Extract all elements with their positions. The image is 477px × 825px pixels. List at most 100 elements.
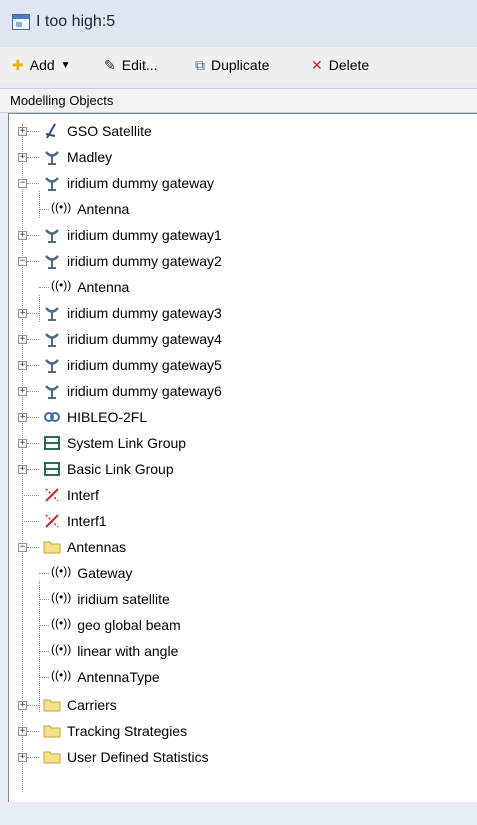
tree-connector [39, 599, 49, 600]
interference-icon [43, 486, 61, 504]
earth-station-icon [43, 382, 61, 400]
earth-station-icon [43, 356, 61, 374]
tree-item-antenna[interactable]: ((•)) Antenna [51, 196, 129, 222]
tree-item-label: Interf1 [67, 513, 107, 529]
interference-icon [43, 512, 61, 530]
tree-item-hibleo-2fl[interactable]: HIBLEO-2FL [43, 404, 147, 430]
tree-item-antenna[interactable]: ((•)) Antenna [51, 274, 129, 300]
tree-connector [39, 677, 49, 678]
tree-item-iridium-dummy-gateway1[interactable]: iridium dummy gateway1 [43, 222, 222, 248]
antenna-icon: ((•)) [51, 200, 72, 214]
bottom-strip [0, 802, 477, 825]
tree-connector [22, 495, 39, 496]
tree-item-user-defined-statistics-folder[interactable]: User Defined Statistics [43, 744, 209, 770]
tree-connector [27, 157, 39, 158]
tree-item-label: iridium dummy gateway4 [67, 331, 222, 347]
duplicate-button[interactable]: ⧉ Duplicate [195, 55, 269, 75]
tree-item-antennas-folder[interactable]: Antennas [43, 534, 126, 560]
edit-button-label: Edit... [121, 57, 158, 73]
tree-item-label: iridium dummy gateway [67, 175, 215, 191]
tree-item-label: Antenna [77, 201, 130, 217]
tree-item-iridium-dummy-gateway2[interactable]: iridium dummy gateway2 [43, 248, 222, 274]
expand-icon[interactable]: + [18, 753, 27, 762]
tree-item-label: iridium dummy gateway2 [67, 253, 222, 269]
expand-icon[interactable]: + [18, 231, 27, 240]
tree-connector [27, 313, 39, 314]
tree-connector [39, 651, 49, 652]
tree-connector [27, 261, 39, 262]
tree-item-system-link-group[interactable]: System Link Group [43, 430, 186, 456]
collapse-icon[interactable]: − [18, 257, 27, 266]
folder-icon [43, 696, 61, 714]
tree-item-label: Antenna [77, 279, 130, 295]
tree-connector [27, 469, 39, 470]
tree-item-antenna-linear-with-angle[interactable]: ((•)) linear with angle [51, 638, 178, 664]
tree-item-label: Basic Link Group [67, 461, 174, 477]
tree-item-antenna-gateway[interactable]: ((•)) Gateway [51, 560, 132, 586]
tree-item-label: Tracking Strategies [67, 723, 188, 739]
tree-item-iridium-dummy-gateway3[interactable]: iridium dummy gateway3 [43, 300, 222, 326]
tree-guide-line [22, 124, 23, 792]
add-button-label: Add [29, 57, 55, 73]
expand-icon[interactable]: + [18, 309, 27, 318]
tree-item-basic-link-group[interactable]: Basic Link Group [43, 456, 174, 482]
tree-item-label: Gateway [77, 565, 133, 581]
tree-item-iridium-dummy-gateway6[interactable]: iridium dummy gateway6 [43, 378, 222, 404]
tree-connector [27, 183, 39, 184]
link-group-icon [43, 460, 61, 478]
collapse-icon[interactable]: − [18, 543, 27, 552]
tree-item-tracking-strategies-folder[interactable]: Tracking Strategies [43, 718, 187, 744]
toolbar: ✚ Add ▼ ✎ Edit... ⧉ Duplicate ✕ Delete [0, 47, 477, 81]
expand-icon[interactable]: + [18, 153, 27, 162]
modelling-objects-tree[interactable]: + GSO Satellite + Madley − iridium dummy… [8, 113, 477, 802]
tree-item-interf[interactable]: Interf [43, 482, 99, 508]
tree-item-iridium-dummy-gateway[interactable]: iridium dummy gateway [43, 170, 214, 196]
link-group-icon [43, 434, 61, 452]
tree-item-iridium-dummy-gateway4[interactable]: iridium dummy gateway4 [43, 326, 222, 352]
window-icon [12, 14, 30, 30]
earth-station-icon [43, 226, 61, 244]
expand-icon[interactable]: + [18, 701, 27, 710]
folder-icon [43, 538, 61, 556]
tree-guide-line [39, 191, 40, 218]
delete-button[interactable]: ✕ Delete [311, 55, 369, 75]
tree-item-label: GSO Satellite [67, 123, 152, 139]
tree-item-label: geo global beam [77, 617, 181, 633]
tree-item-iridium-dummy-gateway5[interactable]: iridium dummy gateway5 [43, 352, 222, 378]
tree-item-gso-satellite[interactable]: GSO Satellite [43, 118, 152, 144]
tree-item-carriers-folder[interactable]: Carriers [43, 692, 117, 718]
antenna-icon: ((•)) [51, 668, 72, 682]
edit-button[interactable]: ✎ Edit... [104, 55, 158, 75]
delete-icon: ✕ [311, 57, 323, 73]
expand-icon[interactable]: + [18, 361, 27, 370]
expand-icon[interactable]: + [18, 439, 27, 448]
tree-item-label: iridium satellite [77, 591, 170, 607]
folder-icon [43, 722, 61, 740]
tree-connector [27, 235, 39, 236]
expand-icon[interactable]: + [18, 335, 27, 344]
expand-icon[interactable]: + [18, 727, 27, 736]
satellite-icon [43, 122, 61, 140]
earth-station-icon [43, 330, 61, 348]
tree-guide-line [39, 295, 40, 322]
tree-connector [39, 209, 49, 210]
tree-connector [27, 391, 39, 392]
panel-header: Modelling Objects [0, 88, 477, 113]
expand-icon[interactable]: + [18, 413, 27, 422]
collapse-icon[interactable]: − [18, 179, 27, 188]
add-button[interactable]: ✚ Add ▼ [12, 55, 71, 75]
constellation-icon [43, 408, 61, 426]
expand-icon[interactable]: + [18, 387, 27, 396]
tree-item-madley[interactable]: Madley [43, 144, 112, 170]
antenna-icon: ((•)) [51, 564, 72, 578]
tree-item-antenna-geo-global-beam[interactable]: ((•)) geo global beam [51, 612, 181, 638]
tree-item-interf1[interactable]: Interf1 [43, 508, 107, 534]
tree-item-antenna-iridium-satellite[interactable]: ((•)) iridium satellite [51, 586, 170, 612]
tree-connector [27, 757, 39, 758]
tree-connector [27, 417, 39, 418]
expand-icon[interactable]: + [18, 465, 27, 474]
window-titlebar: I too high:5 [0, 0, 477, 47]
tree-connector [27, 547, 39, 548]
expand-icon[interactable]: + [18, 127, 27, 136]
tree-item-antenna-type[interactable]: ((•)) AntennaType [51, 664, 160, 690]
